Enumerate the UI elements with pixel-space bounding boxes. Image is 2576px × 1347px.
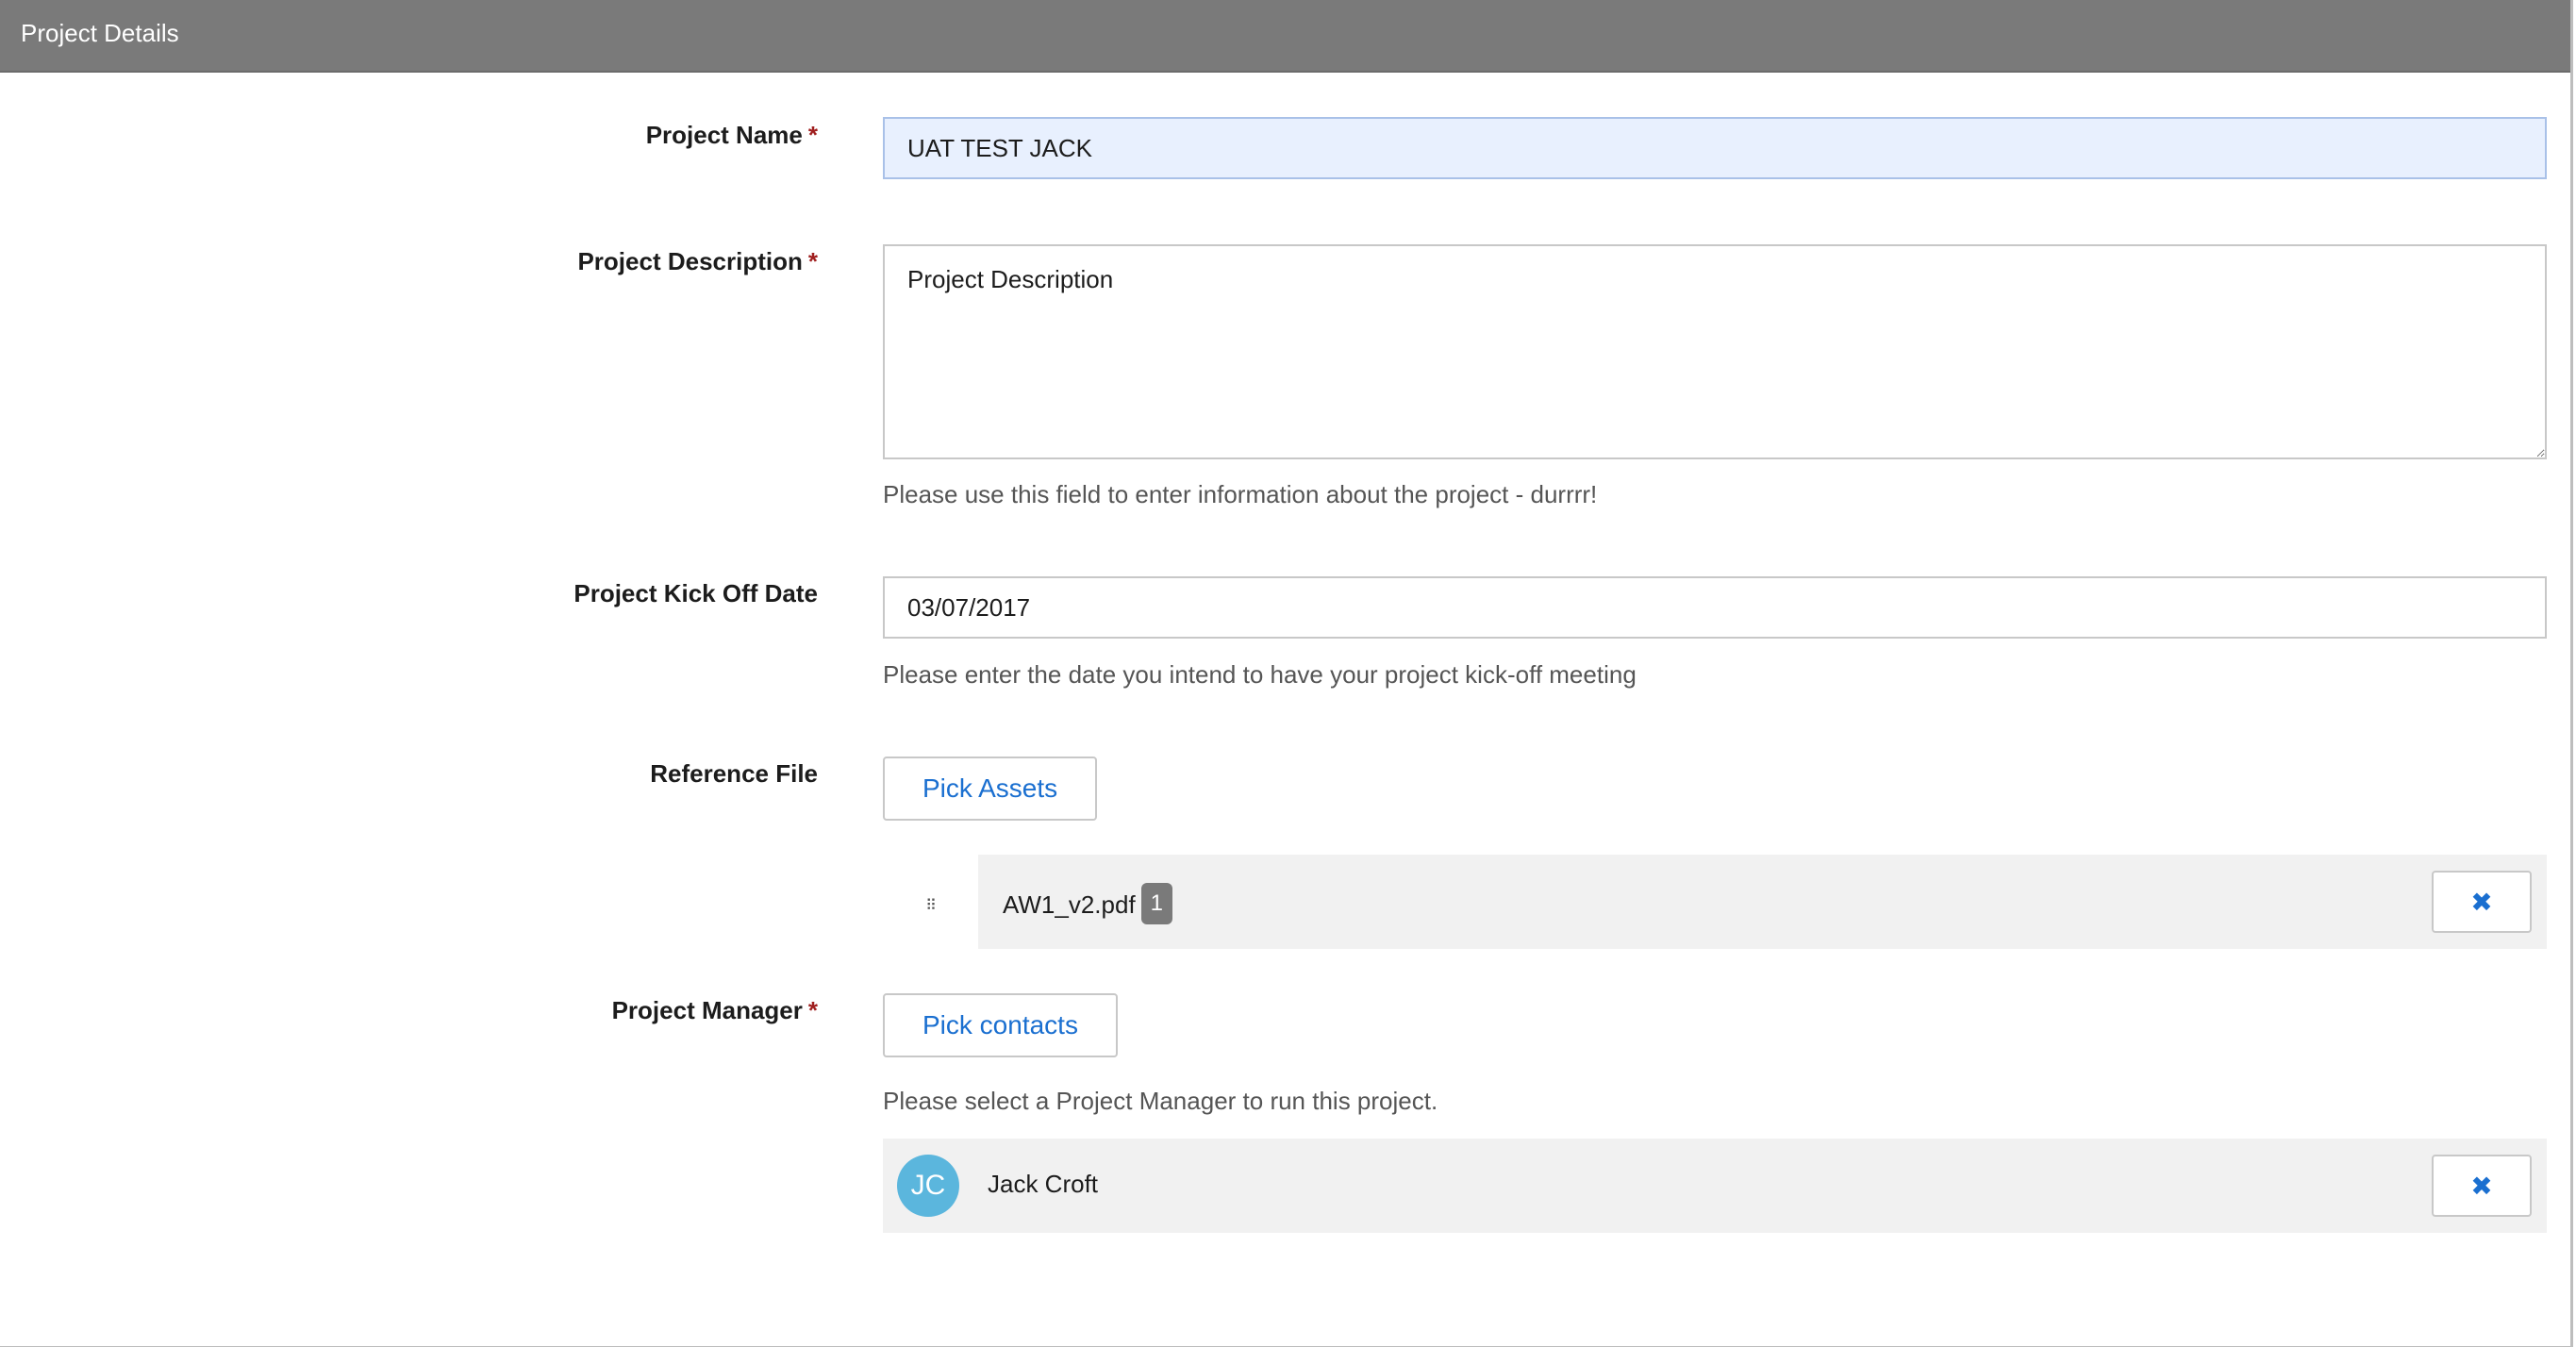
avatar: JC — [897, 1155, 959, 1217]
project-manager-help: Please select a Project Manager to run t… — [883, 1087, 1438, 1115]
required-marker: * — [807, 247, 818, 275]
pick-assets-button[interactable]: Pick Assets — [883, 757, 1098, 821]
remove-file-button[interactable]: ✖ — [2432, 871, 2532, 933]
version-badge: 1 — [1140, 883, 1173, 924]
close-icon: ✖ — [2470, 1170, 2493, 1202]
page: Project Details Project Name* Project De… — [0, 0, 2576, 1347]
project-details-panel: Project Details Project Name* Project De… — [0, 0, 2573, 1347]
project-name-label-text: Project Name — [645, 121, 803, 149]
contact-row: JC Jack Croft ✖ — [883, 1139, 2547, 1233]
remove-contact-button[interactable]: ✖ — [2432, 1155, 2532, 1217]
reference-file-label-text: Reference File — [650, 759, 818, 788]
kick-off-date-label: Project Kick Off Date — [573, 579, 818, 608]
panel-title: Project Details — [21, 19, 179, 47]
project-description-label-text: Project Description — [577, 247, 803, 275]
kick-off-date-label-text: Project Kick Off Date — [573, 579, 818, 607]
required-marker: * — [807, 121, 818, 149]
reference-file-row: AW1_v2.pdf 1 ✖ — [978, 855, 2547, 949]
project-name-label: Project Name * — [646, 121, 818, 150]
project-name-input[interactable] — [883, 117, 2547, 179]
contact-name: Jack Croft — [988, 1170, 1099, 1198]
project-description-textarea[interactable]: Project Description — [883, 244, 2547, 459]
required-marker: * — [807, 996, 818, 1024]
pick-contacts-button[interactable]: Pick contacts — [883, 993, 1118, 1057]
project-manager-label: Project Manager * — [612, 996, 818, 1025]
reference-file-label: Reference File — [650, 759, 818, 789]
project-description-label: Project Description * — [577, 247, 818, 276]
project-manager-label-text: Project Manager — [611, 996, 803, 1024]
kick-off-date-help: Please enter the date you intend to have… — [883, 660, 1637, 689]
panel-header: Project Details — [0, 0, 2570, 73]
project-description-help: Please use this field to enter informati… — [883, 480, 1598, 508]
close-icon: ✖ — [2470, 886, 2493, 918]
file-name-text: AW1_v2.pdf — [1003, 890, 1136, 919]
drag-handle-icon[interactable]: ⠿ — [924, 896, 938, 915]
file-name: AW1_v2.pdf 1 — [1003, 883, 1173, 927]
kick-off-date-input[interactable] — [883, 576, 2547, 639]
